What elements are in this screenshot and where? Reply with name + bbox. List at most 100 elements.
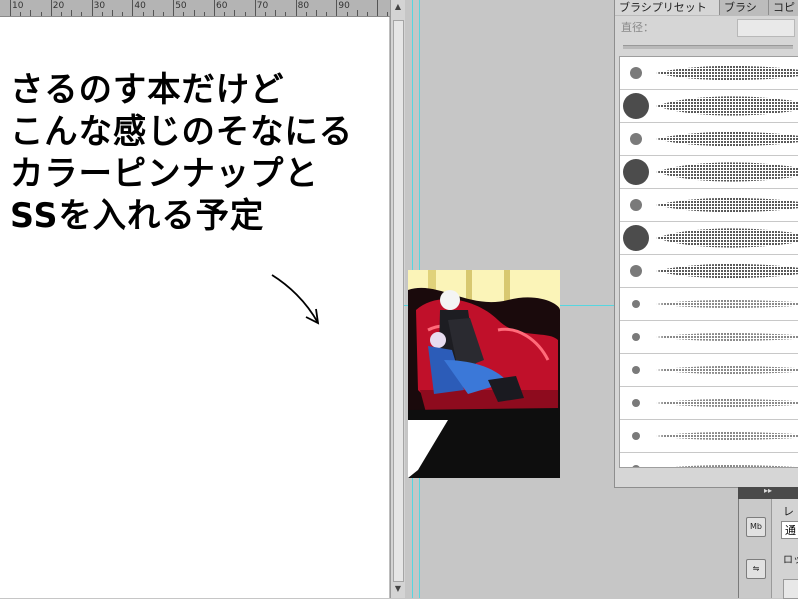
brush-tip-icon <box>632 300 640 308</box>
blend-mode-select[interactable]: 通 <box>781 521 798 539</box>
ruler-tick <box>81 12 83 16</box>
ruler-label: 90 <box>338 1 350 11</box>
brush-stroke-preview <box>656 197 798 213</box>
brush-tip-icon <box>630 265 642 277</box>
brush-stroke-preview <box>656 333 798 341</box>
handwritten-note: さるのす本だけど こんな感じのそなにる カラーピンナップと SSを入れる予定 <box>10 69 390 237</box>
ruler-tick <box>265 12 266 16</box>
scroll-down-icon[interactable]: ▼ <box>393 584 403 594</box>
history-icon[interactable]: ⇋ <box>746 559 766 579</box>
tab-brush[interactable]: ブラシ <box>720 0 769 15</box>
ruler-tick <box>254 0 256 16</box>
ruler-tick <box>224 12 226 16</box>
brush-preset-row[interactable] <box>620 387 798 420</box>
brush-tip-icon <box>623 93 649 119</box>
mini-bridge-icon[interactable]: Mb <box>746 517 766 537</box>
diameter-field[interactable] <box>737 19 795 37</box>
ruler-tick <box>10 0 11 16</box>
brush-preset-row[interactable] <box>620 222 798 255</box>
ruler-tick <box>132 0 134 16</box>
ruler-tick <box>20 12 22 16</box>
brush-stroke-preview <box>656 432 798 440</box>
layers-panel: Mb ⇋ レ 通 ロッ <box>738 499 798 599</box>
note-line-2: こんな感じのそなにる <box>10 112 353 152</box>
ruler-tick <box>163 12 164 16</box>
ruler-label: 10 <box>12 1 24 11</box>
brush-preset-row[interactable] <box>620 123 798 156</box>
brush-preset-row[interactable] <box>620 189 798 222</box>
brush-panel-tabs: ブラシプリセット ブラシ コピ <box>615 0 798 16</box>
brush-stroke-preview <box>656 228 798 248</box>
brush-stroke-preview <box>656 96 798 116</box>
panel-icon-strip: Mb ⇋ <box>739 499 772 598</box>
ruler-tick <box>377 0 379 16</box>
ruler-tick <box>40 12 42 16</box>
ruler-tick <box>142 12 144 16</box>
note-line-4: SSを入れる予定 <box>10 196 265 236</box>
brush-tip-icon <box>632 465 640 467</box>
brush-preset-panel: ブラシプリセット ブラシ コピ 直径： <box>614 0 798 488</box>
ruler-tick <box>71 10 73 16</box>
ruler-tick <box>316 10 317 16</box>
brush-tip-icon <box>632 366 640 374</box>
ruler-tick <box>61 12 62 16</box>
tab-layers[interactable]: レ <box>783 503 794 519</box>
illustration-thumbnail <box>408 270 560 478</box>
ruler-tick <box>50 0 52 16</box>
ruler-tick <box>387 12 389 16</box>
brush-preset-row[interactable] <box>620 255 798 288</box>
layer-thumbnail[interactable] <box>783 579 798 599</box>
ruler-tick <box>356 10 358 16</box>
brush-preset-row[interactable] <box>620 90 798 123</box>
brush-preset-row[interactable] <box>620 453 798 467</box>
brush-stroke-preview <box>656 65 798 81</box>
brush-preset-row[interactable] <box>620 420 798 453</box>
ruler-tick <box>244 12 246 16</box>
ruler-tick <box>214 0 215 16</box>
brush-tip-icon <box>623 225 649 251</box>
scroll-up-icon[interactable]: ▲ <box>393 2 403 12</box>
scrollbar-thumb[interactable] <box>393 20 404 582</box>
ruler-tick <box>295 0 297 16</box>
tab-brush-presets[interactable]: ブラシプリセット <box>615 0 720 15</box>
brush-stroke-preview <box>656 162 798 182</box>
ruler-tick <box>91 0 93 16</box>
ruler-tick <box>152 10 154 16</box>
vertical-scrollbar[interactable]: ▲ ▼ <box>390 0 405 598</box>
ruler-label: 60 <box>216 1 228 11</box>
tab-clone-source[interactable]: コピ <box>769 0 798 15</box>
brush-tip-icon <box>630 133 642 145</box>
ruler-tick <box>122 12 124 16</box>
ruler-label: 80 <box>297 1 310 11</box>
lock-label: ロッ <box>783 555 798 566</box>
document-canvas[interactable]: さるのす本だけど こんな感じのそなにる カラーピンナップと SSを入れる予定 <box>0 17 389 598</box>
note-line-1: さるのす本だけど <box>10 70 285 110</box>
diameter-slider[interactable] <box>623 45 793 49</box>
brush-preset-list[interactable] <box>619 56 798 468</box>
ruler-tick <box>336 0 338 16</box>
ruler-tick <box>326 12 328 16</box>
illustration-image <box>408 270 560 478</box>
brush-stroke-preview <box>656 366 798 374</box>
collapse-icon[interactable]: ▸▸ <box>764 486 772 495</box>
ruler-tick <box>346 12 348 16</box>
diameter-label: 直径： <box>621 21 654 34</box>
hand-drawn-arrow-icon <box>271 274 320 325</box>
brush-preset-row[interactable] <box>620 321 798 354</box>
brush-tip-icon <box>632 399 640 407</box>
brush-preset-row[interactable] <box>620 156 798 189</box>
brush-preset-row[interactable] <box>620 57 798 90</box>
brush-preset-row[interactable] <box>620 288 798 321</box>
horizontal-ruler[interactable]: 10 20 30 40 50 60 70 80 90 <box>0 0 390 17</box>
brush-stroke-preview <box>656 399 798 407</box>
layers-panel-header[interactable]: ▸▸ <box>738 486 798 499</box>
document-window: 10 20 30 40 50 60 70 80 90 さるのす本だけど こんな感じのそなにる カ… <box>0 0 405 598</box>
brush-tip-icon <box>632 432 640 440</box>
note-line-3: カラーピンナップと <box>10 154 319 194</box>
ruler-tick <box>30 10 32 16</box>
ruler-tick <box>173 0 175 16</box>
ruler-tick <box>193 10 195 16</box>
ruler-tick <box>203 12 205 16</box>
brush-preset-row[interactable] <box>620 354 798 387</box>
brush-stroke-preview <box>656 131 798 147</box>
